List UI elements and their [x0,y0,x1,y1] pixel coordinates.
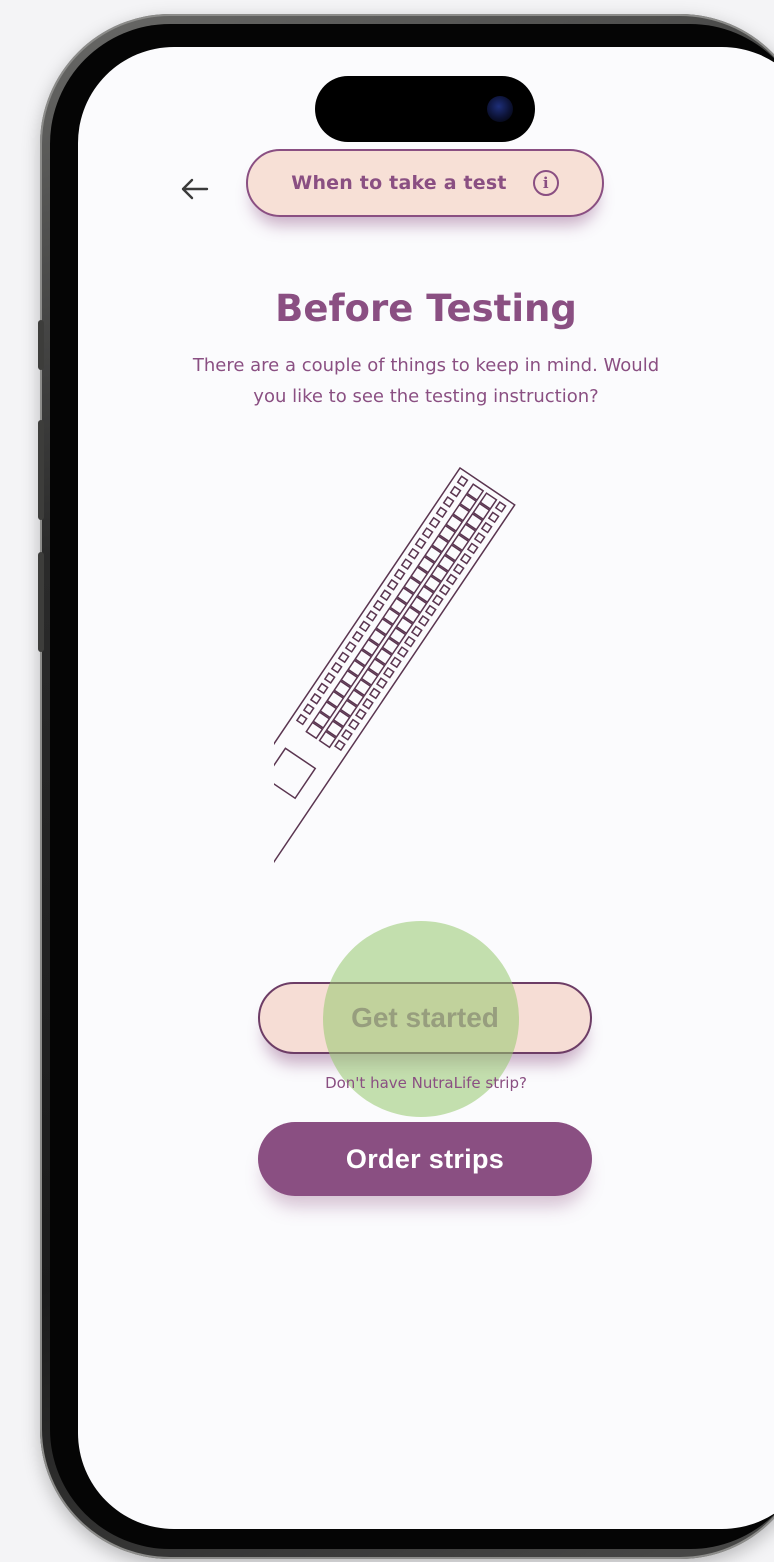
info-circle-icon: i [532,170,559,196]
strip-pad [466,542,479,555]
strip-pad [487,511,500,524]
when-to-take-test-button[interactable]: When to take a test i [246,149,604,217]
strip-pad [379,589,392,602]
when-to-take-test-label: When to take a test [291,172,507,194]
strip-pad [309,692,322,705]
get-started-button[interactable]: Get started [258,982,592,1054]
strip-pad [386,578,399,591]
strip-pad [372,599,385,612]
volume-down-button [38,552,44,652]
strip-pad [407,547,420,560]
phone-mockup: When to take a test i Before Testing The… [0,0,774,1562]
volume-up-button [38,420,44,520]
strip-pad [431,594,444,607]
order-strips-label: Order strips [345,1143,505,1174]
strip-pad [480,521,493,534]
no-strip-helper-text: Don't have NutraLife strip? [325,1074,527,1092]
strip-pad [365,610,378,622]
strip-pad [428,516,441,529]
order-strips-button[interactable]: Order strips [258,1122,592,1196]
strip-pads [295,475,507,752]
strip-pad [341,728,353,741]
strip-window [274,747,317,800]
page-title: Before Testing [275,287,577,330]
strip-pad [442,496,455,508]
arrow-left-icon [181,178,209,200]
strip-pad [445,573,458,586]
strip-pad [302,703,315,716]
back-button[interactable] [170,165,218,213]
strip-pad [295,713,308,726]
strip-pad [389,656,402,669]
strip-pad [449,485,462,498]
strip-pad [368,687,381,700]
strip-pad [494,501,507,513]
strip-pad [344,641,357,653]
strip-pad [410,625,423,638]
strip-pad [316,682,329,695]
strip-pad [421,527,434,539]
strip-pad [330,661,343,674]
strip-pad [323,672,336,684]
strip-pad [361,697,374,710]
strip-pad [348,718,360,731]
dynamic-island [315,76,535,142]
strip-pad [351,630,364,643]
camera-icon [487,96,513,122]
get-started-label: Get started [351,1002,499,1033]
strip-pad [403,635,416,648]
strip-pad [400,558,413,570]
strip-pad [435,506,448,519]
strip-pad [417,615,430,627]
strip-pad [393,568,406,581]
strip-pad [334,739,346,752]
strip-pad [375,677,388,689]
strip-pad [337,651,350,664]
strip-pad [396,646,409,658]
app-screen: When to take a test i Before Testing The… [78,47,774,1529]
strip-pad [358,620,371,633]
strip-pad [424,604,437,617]
strip-pad [382,666,395,679]
strip-pad [473,532,486,544]
strip-pad [438,583,451,596]
strip-pad [452,563,465,575]
page-subtitle: There are a couple of things to keep in … [192,355,660,407]
strip-pad [355,708,367,721]
strip-pad [414,537,427,550]
strip-pad [459,552,472,565]
action-button [38,320,44,370]
strip-pad [456,475,469,488]
test-strip-illustration [274,467,516,897]
